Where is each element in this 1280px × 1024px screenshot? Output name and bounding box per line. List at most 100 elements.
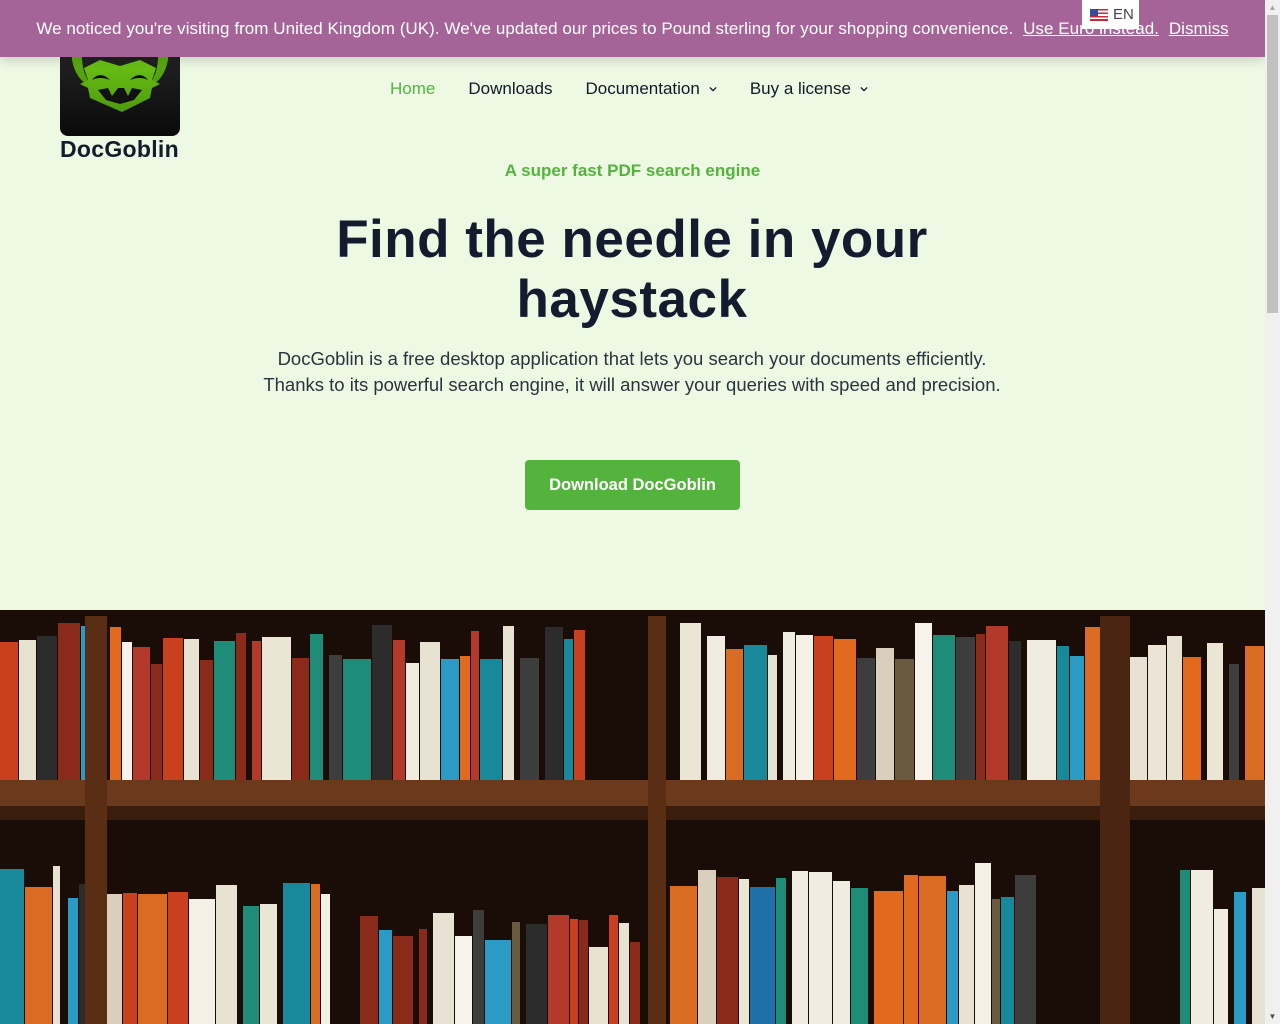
- book-spine: [992, 899, 1000, 1024]
- book-spine: [360, 916, 378, 1024]
- book-spine: [133, 647, 150, 788]
- book-spine: [419, 929, 427, 1024]
- book-spine: [25, 887, 52, 1024]
- book-spine: [975, 863, 991, 1024]
- book-spine: [915, 623, 932, 782]
- nav-item-buy-license[interactable]: Buy a license: [750, 79, 868, 99]
- book-spine: [184, 639, 199, 788]
- book-spine: [698, 870, 716, 1024]
- book-spine: [895, 659, 914, 782]
- book-spine: [919, 876, 946, 1024]
- shelf-upright: [648, 610, 666, 1024]
- book-spine: [956, 637, 975, 782]
- book-spine: [0, 642, 18, 785]
- store-notice-message: We noticed you're visiting from United K…: [36, 19, 1014, 38]
- shelf-upright: [85, 610, 107, 1024]
- book-spine: [372, 625, 392, 788]
- book-spine: [292, 658, 309, 788]
- page-scrollbar[interactable]: ▲ ▼: [1265, 0, 1280, 1024]
- book-spine: [343, 659, 371, 788]
- book-spine: [976, 634, 985, 782]
- book-spine: [138, 894, 167, 1024]
- dismiss-link[interactable]: Dismiss: [1169, 19, 1229, 38]
- book-spine: [1070, 656, 1084, 782]
- book-spine: [792, 871, 808, 1024]
- book-spine: [252, 641, 261, 788]
- book-spine: [619, 923, 629, 1024]
- store-notice-banner: We noticed you're visiting from United K…: [0, 0, 1265, 57]
- book-spine: [874, 891, 903, 1024]
- book-spine: [163, 638, 183, 788]
- book-spine: [851, 888, 868, 1024]
- nav-item-documentation[interactable]: Documentation: [585, 79, 717, 99]
- book-spine: [1245, 646, 1264, 780]
- book-spine: [986, 626, 1008, 782]
- nav-item-label: Home: [390, 79, 436, 98]
- shelf-upright: [1100, 610, 1130, 1024]
- book-spine: [857, 658, 875, 782]
- book-spine: [216, 885, 237, 1024]
- book-spine: [750, 887, 775, 1024]
- book-spine: [548, 915, 569, 1024]
- book-spine: [311, 884, 320, 1024]
- book-spine: [262, 637, 291, 788]
- book-spine: [123, 893, 137, 1024]
- book-spine: [110, 627, 121, 788]
- book-spine: [520, 658, 539, 788]
- book-spine: [1191, 870, 1213, 1024]
- nav-item-home[interactable]: Home: [390, 79, 435, 99]
- book-spine: [58, 623, 80, 785]
- book-spine: [589, 947, 608, 1024]
- book-spine: [717, 877, 738, 1024]
- book-spine: [37, 636, 57, 785]
- book-spine: [707, 636, 725, 782]
- book-spine: [480, 659, 502, 788]
- brand-name[interactable]: DocGoblin: [60, 136, 179, 163]
- book-spine: [1001, 897, 1014, 1024]
- nav-item-downloads[interactable]: Downloads: [468, 79, 552, 99]
- nav-item-label: Downloads: [468, 79, 553, 98]
- language-switcher[interactable]: EN: [1082, 0, 1139, 29]
- book-spine: [473, 910, 484, 1024]
- book-spine: [243, 906, 259, 1024]
- book-spine: [189, 899, 215, 1024]
- book-spine: [783, 632, 795, 782]
- book-spine: [564, 639, 573, 788]
- book-spine: [570, 919, 578, 1024]
- scroll-down-arrow-icon[interactable]: ▼: [1265, 1009, 1280, 1024]
- book-spine: [933, 635, 955, 782]
- book-spine: [168, 892, 188, 1024]
- book-spine: [1167, 636, 1182, 780]
- language-code: EN: [1113, 6, 1134, 23]
- book-spine: [321, 894, 330, 1024]
- book-spine: [1009, 641, 1021, 782]
- book-spine: [379, 930, 392, 1024]
- book-spine: [122, 642, 132, 788]
- book-spine: [151, 664, 162, 788]
- book-spine: [503, 626, 514, 788]
- book-spine: [814, 636, 833, 782]
- chevron-down-icon: [709, 86, 717, 92]
- book-spine: [329, 655, 342, 788]
- scroll-up-arrow-icon[interactable]: ▲: [1265, 0, 1280, 15]
- book-spine: [959, 885, 974, 1024]
- nav-item-label: Documentation: [585, 79, 700, 98]
- book-spine: [1180, 870, 1190, 1024]
- headline-line-1: Find the needle in your: [336, 210, 928, 269]
- scrollbar-thumb[interactable]: [1267, 15, 1278, 313]
- book-spine: [796, 635, 813, 782]
- bookshelf-image: [0, 610, 1265, 1024]
- book-spine: [726, 649, 743, 782]
- book-spine: [236, 633, 246, 788]
- book-spine: [455, 936, 472, 1024]
- book-spine: [768, 655, 777, 782]
- book-spine: [512, 922, 520, 1024]
- bookshelf-illustration: [0, 610, 1265, 1024]
- book-spine: [1252, 888, 1265, 1024]
- book-spine: [904, 875, 918, 1024]
- book-spine: [1057, 646, 1069, 782]
- download-button[interactable]: Download DocGoblin: [525, 460, 740, 510]
- book-spine: [876, 648, 894, 782]
- page: We noticed you're visiting from United K…: [0, 0, 1265, 1024]
- book-spine: [485, 940, 511, 1024]
